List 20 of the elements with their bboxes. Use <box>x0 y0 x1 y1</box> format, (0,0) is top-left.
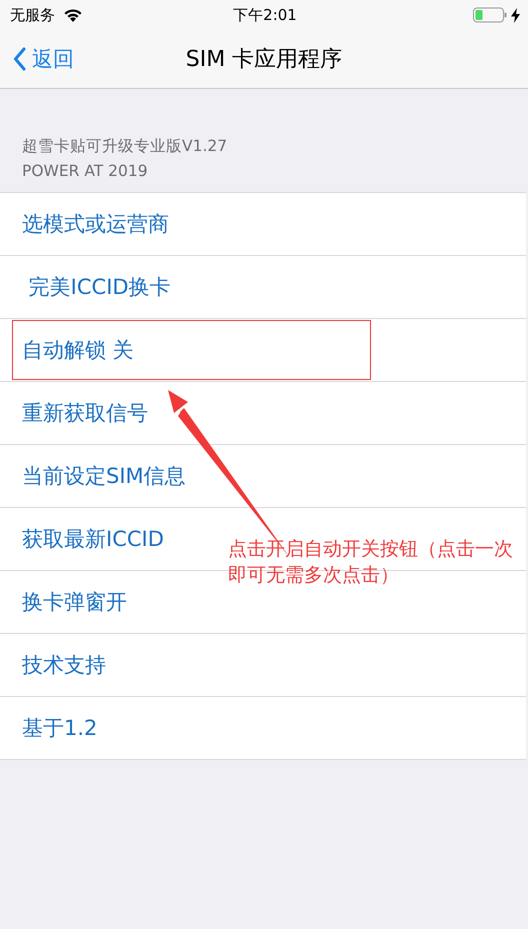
menu-item[interactable]: 当前设定SIM信息 <box>22 462 186 490</box>
back-button[interactable]: 返回 <box>0 45 74 73</box>
menu-item[interactable]: 基于1.2 <box>22 714 98 742</box>
menu-item[interactable]: 自动解锁 关 <box>22 336 134 364</box>
menu-item[interactable]: 获取最新ICCID <box>22 525 164 553</box>
menu-item[interactable]: 技术支持 <box>22 651 106 679</box>
status-time: 下午2:01 <box>233 6 297 24</box>
annotation-text: 点击开启自动开关按钮（点击一次即可无需多次点击） <box>228 537 514 588</box>
screen-title: SIM 卡应用程序 <box>186 46 342 74</box>
battery-icon <box>473 7 507 23</box>
wifi-icon <box>63 8 83 22</box>
menu-item[interactable]: 完美ICCID换卡 <box>22 273 171 301</box>
menu-item[interactable]: 选模式或运营商 <box>22 210 169 238</box>
chevron-left-icon <box>13 47 26 71</box>
menu-item[interactable]: 换卡弹窗开 <box>22 588 127 616</box>
section-header-text: POWER AT 2019 <box>22 161 149 182</box>
carrier-text: 无服务 <box>10 6 55 24</box>
menu-item[interactable]: 重新获取信号 <box>22 399 148 427</box>
charging-bolt-icon <box>511 8 520 22</box>
section-header-text: 超雪卡贴可升级专业版V1.27 <box>22 136 228 157</box>
